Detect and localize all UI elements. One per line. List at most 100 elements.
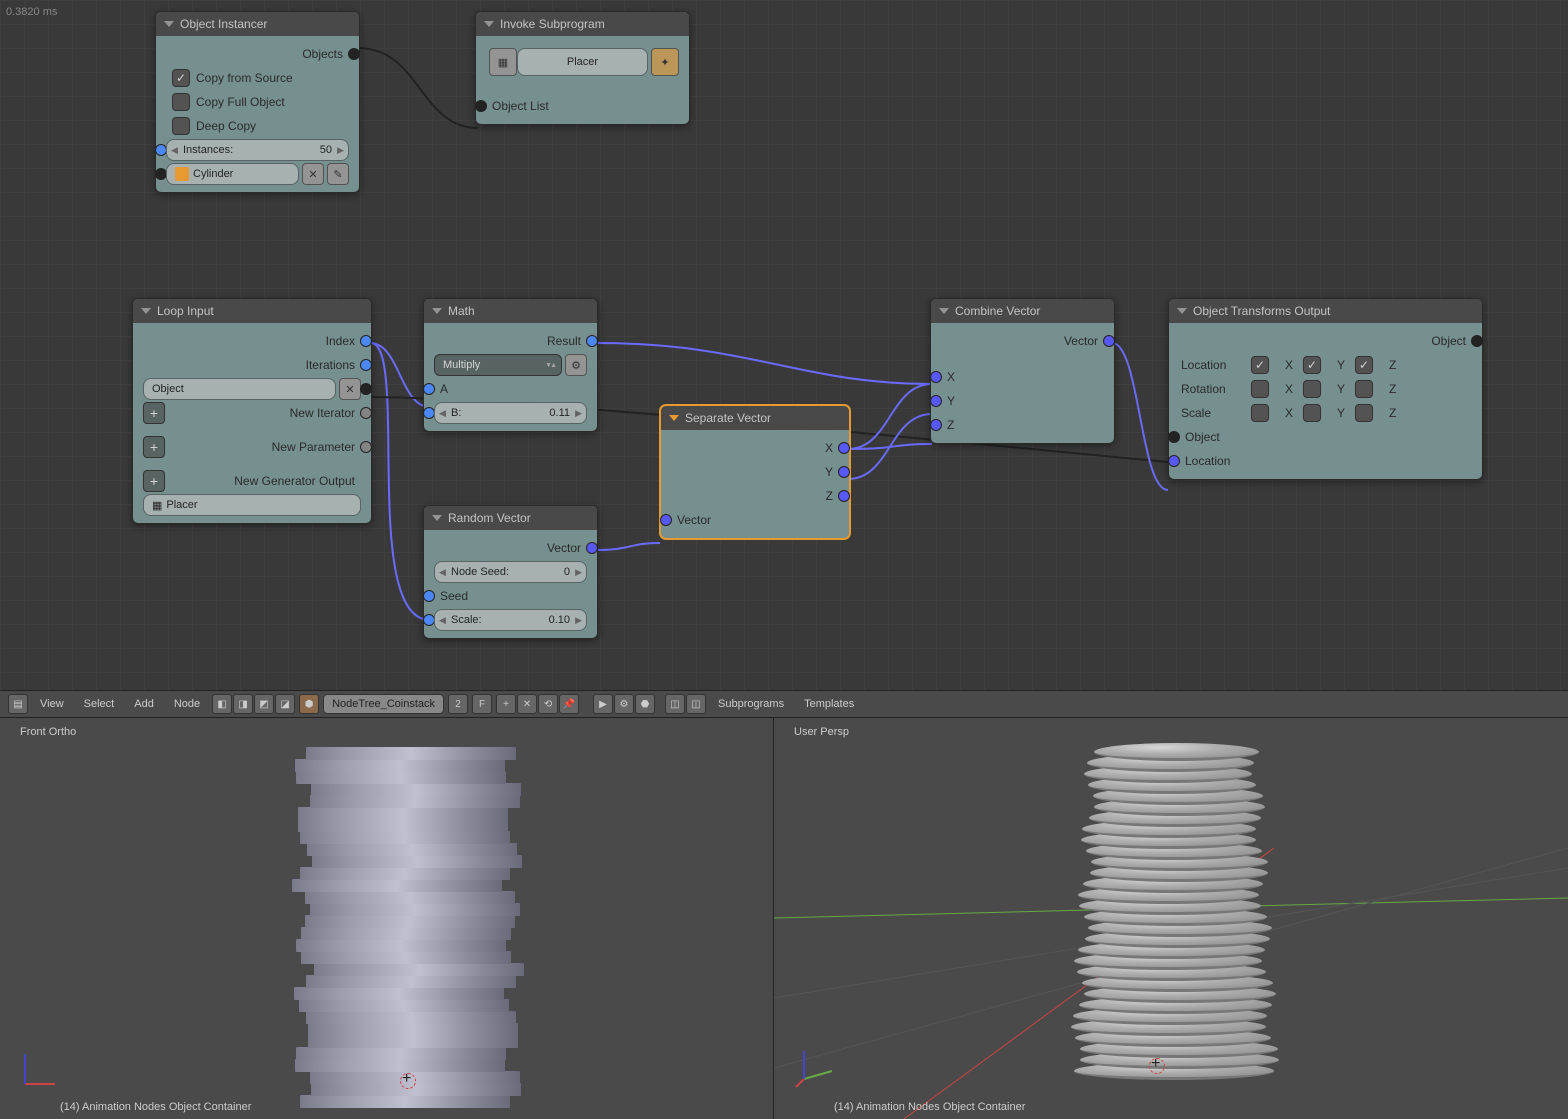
check-rot-z[interactable] <box>1355 380 1373 398</box>
eyedropper-button[interactable]: ✎ <box>327 163 349 185</box>
tool-icon[interactable]: ◪ <box>275 694 295 714</box>
socket-index[interactable] <box>360 335 372 347</box>
check-copy-full[interactable] <box>172 93 190 111</box>
check-scl-z[interactable] <box>1355 404 1373 422</box>
node-object-transforms-output[interactable]: Object Transforms Output Object Location… <box>1168 298 1483 480</box>
coin-stack-persp <box>1074 718 1294 1108</box>
node-header[interactable]: Loop Input <box>133 299 371 323</box>
socket-x-in[interactable] <box>930 371 942 383</box>
socket-result[interactable] <box>586 335 598 347</box>
tool-icon[interactable]: ⚙ <box>614 694 634 714</box>
check-loc-y[interactable] <box>1303 356 1321 374</box>
socket-object-out[interactable] <box>1471 335 1483 347</box>
socket-vector-out[interactable] <box>1103 335 1115 347</box>
node-header[interactable]: Invoke Subprogram <box>476 12 689 36</box>
viewport-user-persp[interactable]: User Persp (14) Animation Nodes Object C… <box>774 718 1568 1119</box>
node-header[interactable]: Random Vector <box>424 506 597 530</box>
tool-icon[interactable]: ◩ <box>254 694 274 714</box>
check-rot-y[interactable] <box>1303 380 1321 398</box>
tool-icon[interactable]: ◨ <box>233 694 253 714</box>
tool-icon[interactable]: ✕ <box>517 694 537 714</box>
add-generator-button[interactable]: + <box>143 470 165 492</box>
node-combine-vector[interactable]: Combine Vector Vector X Y Z <box>930 298 1115 444</box>
socket-y[interactable] <box>838 466 850 478</box>
clear-button[interactable]: ✕ <box>339 378 361 400</box>
editor-type-icon[interactable]: ▤ <box>8 694 28 714</box>
viewport-front-ortho[interactable]: Front Ortho (14) Animation Nodes Object … <box>0 718 774 1119</box>
users-count[interactable]: 2 <box>448 694 468 714</box>
scale-field[interactable]: ◀Scale:0.10▶ <box>434 609 587 631</box>
tool-icon[interactable]: ▶ <box>593 694 613 714</box>
add-parameter-button[interactable]: + <box>143 436 165 458</box>
socket-a[interactable] <box>423 383 435 395</box>
check-rot-x[interactable] <box>1251 380 1269 398</box>
node-header[interactable]: Combine Vector <box>931 299 1114 323</box>
socket-x[interactable] <box>838 442 850 454</box>
check-scl-x[interactable] <box>1251 404 1269 422</box>
socket-object-in[interactable] <box>1168 431 1180 443</box>
timing-label: 0.3820 ms <box>6 6 57 18</box>
menu-templates[interactable]: Templates <box>796 698 862 710</box>
node-math[interactable]: Math Result Multiply⚙ A ◀B:0.11▶ <box>423 298 598 432</box>
node-header[interactable]: Object Transforms Output <box>1169 299 1482 323</box>
object-field[interactable]: Cylinder <box>166 163 299 185</box>
tool-icon[interactable]: ◫ <box>686 694 706 714</box>
node-loop-input[interactable]: Loop Input Index Iterations Object✕ +New… <box>132 298 372 524</box>
socket-objects[interactable] <box>348 48 360 60</box>
clear-button[interactable]: ✕ <box>302 163 324 185</box>
socket-z[interactable] <box>838 490 850 502</box>
socket-new-param[interactable] <box>360 441 372 453</box>
socket-z-in[interactable] <box>930 419 942 431</box>
check-deep-copy[interactable] <box>172 117 190 135</box>
axis-widget-icon <box>794 1049 834 1089</box>
tool-icon[interactable]: ⬢ <box>299 694 319 714</box>
check-copy-source[interactable] <box>172 69 190 87</box>
socket-new-iter[interactable] <box>360 407 372 419</box>
settings-button[interactable]: ⚙ <box>565 354 587 376</box>
check-scl-y[interactable] <box>1303 404 1321 422</box>
node-invoke-subprogram[interactable]: Invoke Subprogram ▦ Placer ✦ Object List <box>475 11 690 125</box>
menu-node[interactable]: Node <box>166 698 208 710</box>
operation-select[interactable]: Multiply <box>434 354 562 376</box>
check-loc-z[interactable] <box>1355 356 1373 374</box>
menu-select[interactable]: Select <box>76 698 123 710</box>
menu-view[interactable]: View <box>32 698 72 710</box>
node-separate-vector[interactable]: Separate Vector X Y Z Vector <box>660 405 850 539</box>
socket-seed[interactable] <box>423 590 435 602</box>
socket-object[interactable] <box>360 383 372 395</box>
tool-icon[interactable]: ⬣ <box>635 694 655 714</box>
tool-icon[interactable]: ◧ <box>212 694 232 714</box>
loop-name-field[interactable]: ▦Placer <box>143 494 361 516</box>
program-field[interactable]: Placer <box>517 48 648 76</box>
fake-user-button[interactable]: F <box>472 694 492 714</box>
viewport-status: (14) Animation Nodes Object Container <box>834 1101 1025 1113</box>
tool-icon[interactable]: + <box>496 694 516 714</box>
tool-icon[interactable]: ⟲ <box>538 694 558 714</box>
instances-field[interactable]: ◀Instances:50▶ <box>166 139 349 161</box>
nodetree-selector[interactable]: NodeTree_Coinstack <box>323 694 444 714</box>
socket-location-in[interactable] <box>1168 455 1180 467</box>
tool-icon[interactable]: 📌 <box>559 694 579 714</box>
socket-iterations[interactable] <box>360 359 372 371</box>
node-random-vector[interactable]: Random Vector Vector ◀Node Seed:0▶ Seed … <box>423 505 598 639</box>
node-header[interactable]: Object Instancer <box>156 12 359 36</box>
node-seed-field[interactable]: ◀Node Seed:0▶ <box>434 561 587 583</box>
socket-vector[interactable] <box>586 542 598 554</box>
node-header[interactable]: Math <box>424 299 597 323</box>
menu-add[interactable]: Add <box>126 698 162 710</box>
menu-subprograms[interactable]: Subprograms <box>710 698 792 710</box>
b-field[interactable]: ◀B:0.11▶ <box>434 402 587 424</box>
object-label-field[interactable]: Object <box>143 378 336 400</box>
node-editor-area[interactable]: 0.3820 ms Object Instancer Objects Copy … <box>0 0 1568 690</box>
socket-y-in[interactable] <box>930 395 942 407</box>
socket-vector-in[interactable] <box>660 514 672 526</box>
node-editor-toolbar: ▤ View Select Add Node ◧ ◨ ◩ ◪ ⬢ NodeTre… <box>0 690 1568 718</box>
node-object-instancer[interactable]: Object Instancer Objects Copy from Sourc… <box>155 11 360 193</box>
node-header[interactable]: Separate Vector <box>661 406 849 430</box>
check-loc-x[interactable] <box>1251 356 1269 374</box>
add-iterator-button[interactable]: + <box>143 402 165 424</box>
tool-icon[interactable]: ◫ <box>665 694 685 714</box>
new-button[interactable]: ✦ <box>651 48 679 76</box>
socket-object-list[interactable] <box>475 100 487 112</box>
grid-icon-button[interactable]: ▦ <box>489 48 517 76</box>
